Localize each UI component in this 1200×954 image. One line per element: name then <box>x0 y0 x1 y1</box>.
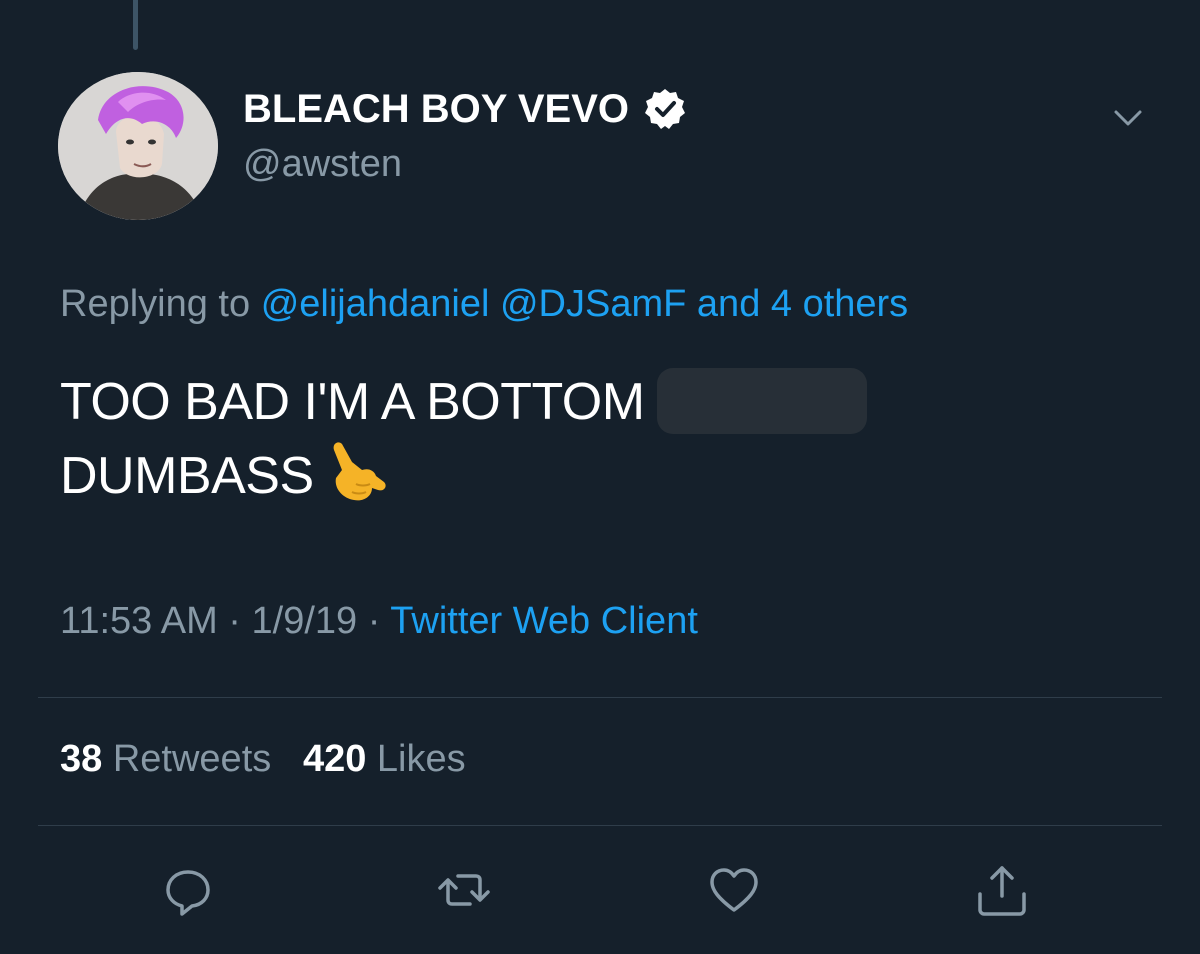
tweet-metadata: 11:53 AM · 1/9/19 · Twitter Web Client <box>60 600 698 643</box>
meta-separator: · <box>367 600 381 642</box>
redaction-block <box>656 368 867 435</box>
tweet-date: 1/9/19 <box>251 600 358 642</box>
retweet-icon[interactable] <box>436 862 492 918</box>
author-handle[interactable]: @awsten <box>243 143 402 186</box>
heart-icon[interactable] <box>706 862 762 918</box>
chevron-down-icon[interactable] <box>1110 100 1146 136</box>
retweets-label: Retweets <box>112 738 272 780</box>
meta-separator: · <box>228 600 241 642</box>
client-link[interactable]: Twitter Web Client <box>390 600 698 642</box>
replying-prefix: Replying to <box>60 283 251 325</box>
reply-icon[interactable] <box>160 862 216 918</box>
tweet-text-line: DUMBASS <box>60 447 314 505</box>
verified-badge-icon <box>643 87 687 131</box>
mention-link[interactable]: @DJSamF <box>500 283 686 325</box>
thread-connector-line <box>133 0 138 50</box>
replying-to: Replying to @elijahdaniel @DJSamF and 4 … <box>60 283 908 326</box>
call-me-hand-emoji <box>322 436 392 506</box>
avatar[interactable] <box>58 72 218 220</box>
divider <box>38 825 1162 826</box>
tweet-text-line: TOO BAD I'M A BOTTOM <box>60 373 645 431</box>
author-display-name-row[interactable]: BLEACH BOY VEVO <box>243 86 687 132</box>
divider <box>38 697 1162 698</box>
likes-label: Likes <box>376 738 466 780</box>
retweets-count: 38 <box>60 738 103 780</box>
share-icon[interactable] <box>974 862 1030 918</box>
likes-stat[interactable]: 420 Likes <box>303 738 466 780</box>
tweet-time: 11:53 AM <box>60 600 218 642</box>
tweet-text: TOO BAD I'M A BOTTOM DUMBASS <box>60 365 1060 514</box>
mention-link[interactable]: @elijahdaniel <box>261 283 490 325</box>
others-link[interactable]: and 4 others <box>697 283 908 325</box>
avatar-image <box>58 72 218 220</box>
retweets-stat[interactable]: 38 Retweets <box>60 738 271 780</box>
display-name[interactable]: BLEACH BOY VEVO <box>243 87 629 132</box>
engagement-stats: 38 Retweets 420 Likes <box>60 738 466 781</box>
likes-count: 420 <box>302 738 367 780</box>
